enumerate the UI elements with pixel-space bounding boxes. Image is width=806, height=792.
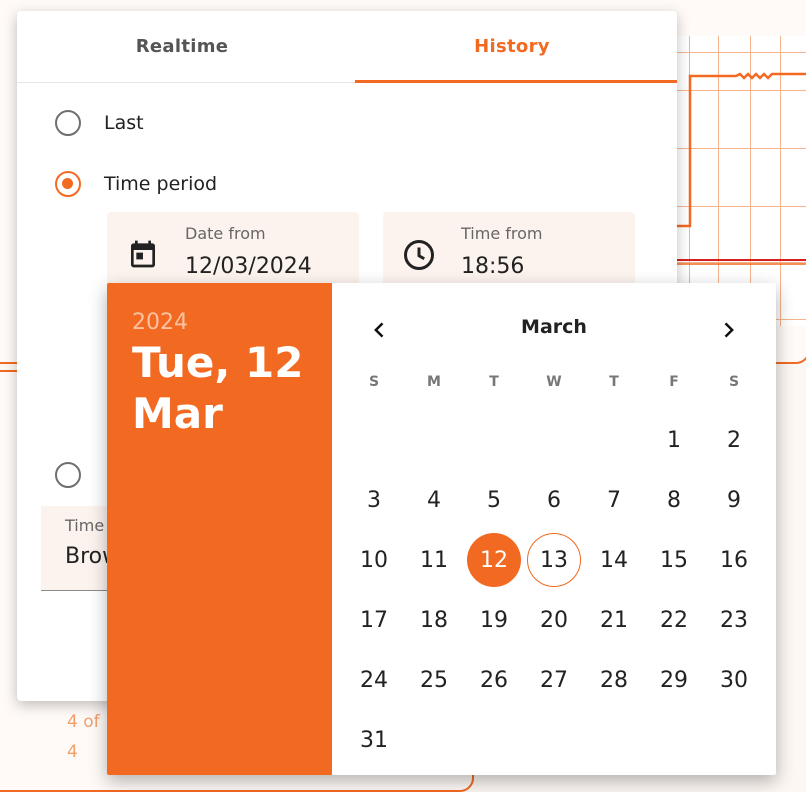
weekday-label: S <box>728 374 740 390</box>
background-count-text-2: 4 <box>67 742 78 762</box>
calendar-day[interactable]: 16 <box>707 533 761 587</box>
weekday-label: W <box>546 374 562 390</box>
month-title: March <box>521 316 587 338</box>
weekday-label: T <box>609 374 619 390</box>
weekday-label: F <box>669 374 679 390</box>
picker-year[interactable]: 2024 <box>132 310 188 335</box>
calendar-header: March <box>332 313 776 343</box>
radio-third[interactable] <box>55 462 81 488</box>
calendar-day[interactable]: 12 <box>467 533 521 587</box>
calendar-day[interactable]: 29 <box>647 653 701 707</box>
background-count-text: 4 of <box>67 712 100 732</box>
calendar-day[interactable]: 26 <box>467 653 521 707</box>
timezone-label: Time <box>65 516 105 535</box>
calendar-day[interactable]: 24 <box>347 653 401 707</box>
chevron-right-icon <box>724 322 734 338</box>
option-third[interactable] <box>55 462 81 488</box>
calendar-day[interactable]: 13 <box>527 533 581 587</box>
tab-history[interactable]: History <box>347 11 677 82</box>
calendar-day[interactable]: 25 <box>407 653 461 707</box>
tab-bar: Realtime History <box>17 11 677 83</box>
calendar-day[interactable]: 3 <box>347 473 401 527</box>
time-from-field[interactable]: Time from 18:56 <box>383 212 635 292</box>
radio-time-period[interactable] <box>55 171 81 197</box>
weekday-label: M <box>427 374 441 390</box>
date-picker: 2024 Tue, 12 Mar March SMTWTFS 123456789… <box>107 283 776 775</box>
calendar-day[interactable]: 7 <box>587 473 641 527</box>
date-from-value: 12/03/2024 <box>185 254 312 279</box>
calendar-day[interactable]: 30 <box>707 653 761 707</box>
picker-selected-date: Tue, 12 Mar <box>132 338 304 438</box>
time-from-value: 18:56 <box>461 254 525 279</box>
calendar-day[interactable]: 9 <box>707 473 761 527</box>
calendar-day[interactable]: 2 <box>707 413 761 467</box>
calendar-day[interactable]: 4 <box>407 473 461 527</box>
calendar-day[interactable]: 27 <box>527 653 581 707</box>
weekday-label: T <box>489 374 499 390</box>
option-time-period-label: Time period <box>104 173 218 195</box>
calendar-day[interactable]: 28 <box>587 653 641 707</box>
next-month-button[interactable] <box>711 313 745 347</box>
option-last[interactable]: Last <box>55 110 144 136</box>
tab-realtime[interactable]: Realtime <box>17 11 347 82</box>
weekday-label: S <box>368 374 380 390</box>
date-from-label: Date from <box>185 224 266 243</box>
calendar-day[interactable]: 11 <box>407 533 461 587</box>
calendar-day[interactable]: 31 <box>347 713 401 767</box>
calendar-day[interactable]: 22 <box>647 593 701 647</box>
calendar-day[interactable]: 20 <box>527 593 581 647</box>
calendar-day[interactable]: 17 <box>347 593 401 647</box>
time-from-label: Time from <box>461 224 543 243</box>
date-picker-header: 2024 Tue, 12 Mar <box>107 283 332 775</box>
calendar-day[interactable]: 10 <box>347 533 401 587</box>
date-from-field[interactable]: Date from 12/03/2024 <box>107 212 359 292</box>
calendar-day[interactable]: 19 <box>467 593 521 647</box>
option-last-label: Last <box>104 112 144 134</box>
calendar-day[interactable]: 23 <box>707 593 761 647</box>
calendar-day[interactable]: 6 <box>527 473 581 527</box>
active-tab-indicator <box>355 80 677 83</box>
calendar-day[interactable]: 5 <box>467 473 521 527</box>
calendar-day[interactable]: 21 <box>587 593 641 647</box>
calendar-day[interactable]: 1 <box>647 413 701 467</box>
clock-icon <box>401 237 437 277</box>
calendar-icon <box>127 237 159 275</box>
calendar-day[interactable]: 14 <box>587 533 641 587</box>
calendar-day[interactable]: 8 <box>647 473 701 527</box>
calendar-day[interactable]: 18 <box>407 593 461 647</box>
calendar-day[interactable]: 15 <box>647 533 701 587</box>
radio-last[interactable] <box>55 110 81 136</box>
option-time-period[interactable]: Time period <box>55 171 217 197</box>
